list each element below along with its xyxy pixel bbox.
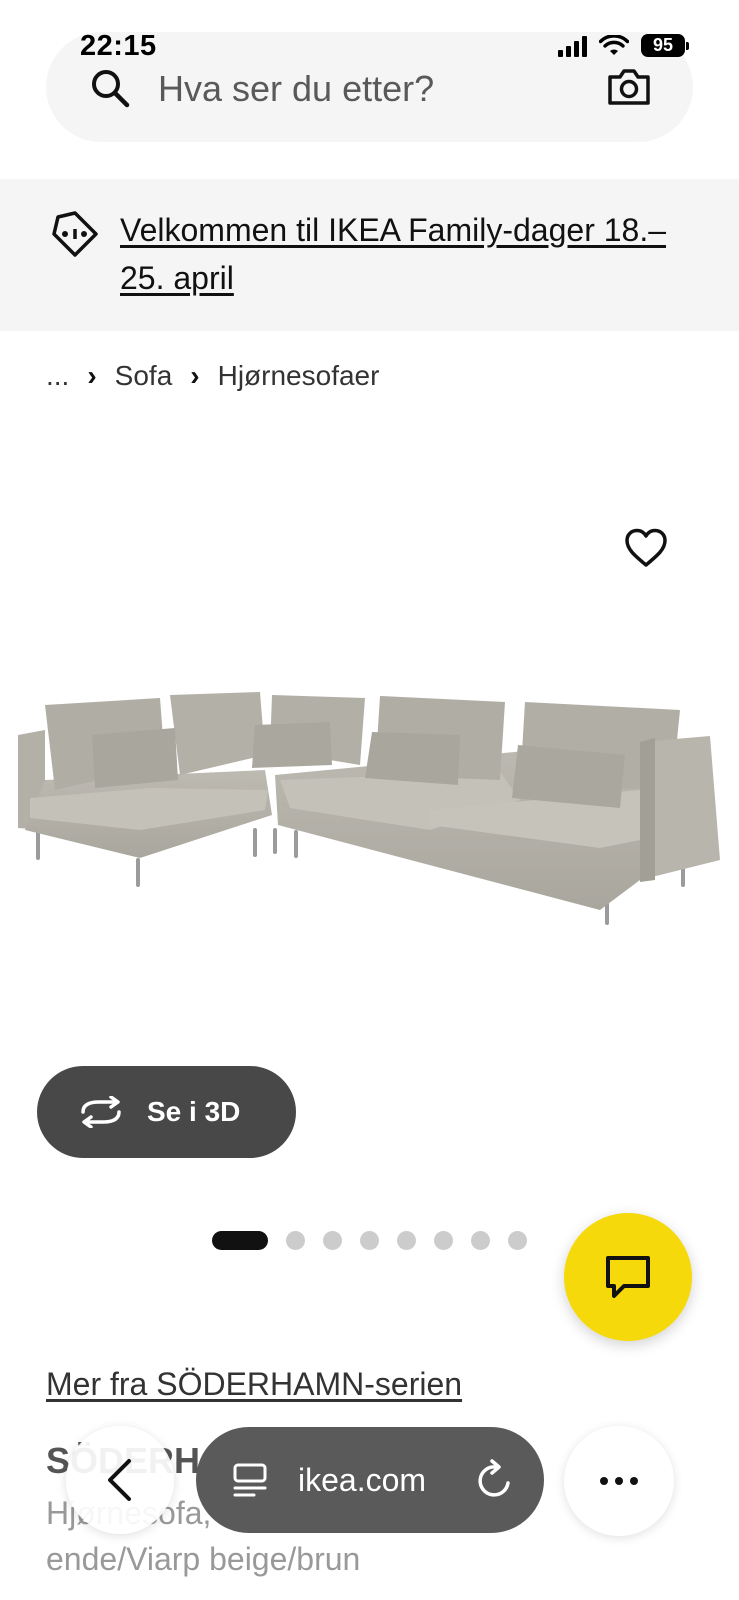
- more-dots-icon: [600, 1477, 608, 1485]
- wifi-icon: [599, 34, 629, 55]
- series-link[interactable]: Mer fra SÖDERHAMN-serien: [46, 1366, 462, 1403]
- rotate-3d-icon: [77, 1096, 125, 1128]
- more-options-button[interactable]: [564, 1426, 674, 1536]
- pager-dot[interactable]: [212, 1231, 268, 1250]
- chevron-right-icon: ›: [87, 360, 97, 391]
- view-3d-button[interactable]: Se i 3D: [37, 1066, 296, 1158]
- cellular-signal-icon: [558, 35, 587, 57]
- status-time: 22:15: [80, 30, 157, 62]
- pager-dot[interactable]: [360, 1231, 379, 1250]
- banner-link[interactable]: Velkommen til IKEA Family-dager 18.–25. …: [120, 206, 710, 302]
- pager-dot[interactable]: [397, 1231, 416, 1250]
- url-text: ikea.com: [298, 1461, 427, 1498]
- page-menu-icon[interactable]: [232, 1462, 270, 1498]
- back-button[interactable]: [66, 1426, 174, 1534]
- chat-button[interactable]: [564, 1213, 692, 1341]
- pager-dot[interactable]: [471, 1231, 490, 1250]
- battery-indicator: 95: [641, 34, 689, 57]
- image-pager[interactable]: [212, 1231, 527, 1250]
- camera-icon[interactable]: [607, 68, 651, 106]
- search-icon: [92, 70, 130, 108]
- url-bar[interactable]: ikea.com: [196, 1427, 544, 1533]
- pager-dot[interactable]: [508, 1231, 527, 1250]
- breadcrumb-ellipsis[interactable]: ...: [46, 360, 69, 392]
- pager-dot[interactable]: [323, 1231, 342, 1250]
- breadcrumb: ... › Sofa › Hjørnesofaer: [46, 360, 379, 392]
- back-chevron-icon: [108, 1459, 131, 1501]
- breadcrumb-item-sofa[interactable]: Sofa: [115, 360, 173, 392]
- status-icons: 95: [558, 34, 689, 57]
- view-3d-label: Se i 3D: [147, 1096, 241, 1127]
- chat-bubble-icon: [606, 1256, 650, 1298]
- heart-icon[interactable]: [624, 528, 668, 568]
- search-input[interactable]: Hva ser du etter?: [158, 68, 434, 110]
- battery-level: 95: [641, 34, 685, 57]
- promo-banner[interactable]: Velkommen til IKEA Family-dager 18.–25. …: [0, 179, 739, 331]
- pager-dot[interactable]: [286, 1231, 305, 1250]
- chevron-right-icon: ›: [190, 360, 200, 391]
- price-tag-icon: [52, 211, 98, 257]
- sofa-image: [18, 692, 720, 925]
- pager-dot[interactable]: [434, 1231, 453, 1250]
- reload-icon[interactable]: [474, 1459, 514, 1501]
- breadcrumb-item-hjornesofaer[interactable]: Hjørnesofaer: [218, 360, 380, 392]
